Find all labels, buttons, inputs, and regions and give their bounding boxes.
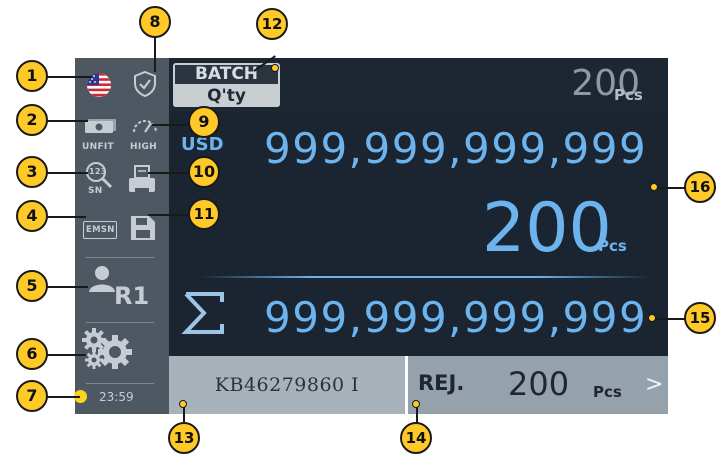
callout-5: 5	[16, 270, 48, 302]
total-amount-display: 999,999,999,999	[264, 293, 648, 342]
callout-3: 3	[16, 156, 48, 188]
printer-icon[interactable]	[127, 164, 157, 196]
batch-mode-button[interactable]: BATCH Q'ty	[173, 63, 280, 107]
callout-8: 8	[139, 6, 171, 38]
callout-anchor	[412, 400, 420, 408]
callout-leader	[46, 216, 86, 218]
serial-number[interactable]: KB46279860 I	[169, 356, 405, 414]
callout-13: 13	[168, 422, 200, 454]
callout-leader	[152, 124, 192, 126]
callout-leader	[46, 354, 86, 356]
callout-leader	[148, 172, 190, 174]
count-display: 200	[482, 189, 612, 268]
reject-count: 200	[508, 365, 570, 403]
callout-leader	[654, 187, 688, 189]
callout-4: 4	[16, 200, 48, 232]
sidebar-divider	[86, 322, 154, 323]
banknote-icon[interactable]	[84, 117, 118, 133]
callout-2: 2	[16, 104, 48, 136]
reject-label: REJ.	[418, 371, 465, 395]
sigma-icon	[180, 290, 228, 336]
callout-leader	[46, 172, 88, 174]
amount-display: 999,999,999,999	[264, 124, 648, 173]
callout-16: 16	[684, 171, 716, 203]
sidebar-divider	[86, 257, 154, 258]
callout-leader	[148, 214, 190, 216]
callout-10: 10	[188, 156, 220, 188]
callout-leader	[154, 36, 156, 72]
callout-15: 15	[684, 302, 716, 334]
callout-leader	[46, 396, 80, 398]
callout-12: 12	[256, 8, 288, 40]
callout-anchor	[650, 183, 658, 191]
callout-anchor	[648, 314, 656, 322]
chevron-right-icon[interactable]: >	[645, 372, 663, 397]
reject-unit: Pcs	[593, 383, 622, 401]
qty-label: Q'ty	[173, 86, 280, 107]
count-unit: Pcs	[598, 237, 627, 255]
emsn-icon[interactable]: EMSN	[83, 221, 117, 239]
batch-label: BATCH	[173, 63, 280, 86]
clock-time: 23:59	[99, 390, 134, 404]
sn-search-digits: 123	[89, 167, 107, 176]
display-divider	[200, 276, 650, 278]
emsn-label: EMSN	[86, 225, 115, 235]
callout-leader	[46, 76, 92, 78]
unfit-label: UNFIT	[82, 142, 114, 152]
shield-check-icon[interactable]	[132, 70, 158, 98]
callout-9: 9	[188, 106, 220, 138]
callout-leader	[46, 120, 88, 122]
callout-6: 6	[16, 338, 48, 370]
save-icon[interactable]	[129, 212, 157, 242]
sidebar-divider	[86, 383, 154, 384]
callout-14: 14	[400, 422, 432, 454]
gears-icon[interactable]	[80, 327, 132, 371]
callout-7: 7	[16, 380, 48, 412]
callout-anchor	[271, 64, 279, 72]
callout-leader	[652, 318, 686, 320]
callout-anchor	[179, 400, 187, 408]
callout-11: 11	[188, 198, 220, 230]
callout-1: 1	[16, 60, 48, 92]
batch-unit: Pcs	[614, 86, 643, 104]
sn-label: SN	[88, 186, 103, 196]
user-label: R1	[114, 282, 150, 310]
speed-label: HIGH	[130, 142, 158, 152]
callout-leader	[46, 286, 88, 288]
